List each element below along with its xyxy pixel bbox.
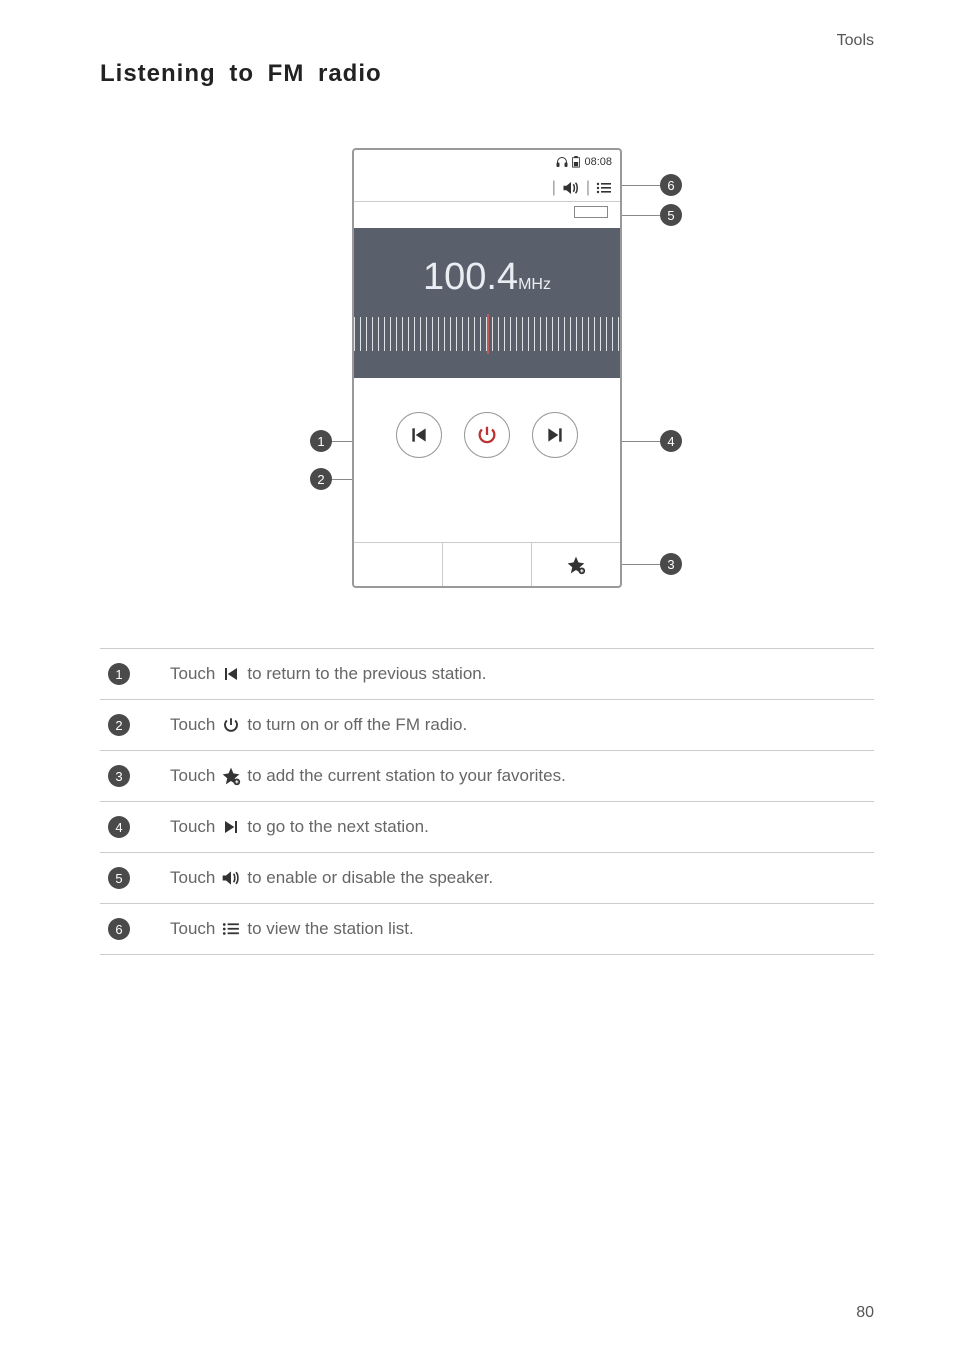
battery-status-icon (571, 156, 581, 168)
row-pre: Touch (170, 664, 215, 684)
row-badge-5: 5 (108, 867, 130, 889)
callout-4: 4 (660, 430, 682, 452)
row-post: to add the current station to your favor… (247, 766, 565, 786)
row-post: to enable or disable the speaker. (247, 868, 493, 888)
page-title: Listening to FM radio (100, 60, 874, 88)
row-post: to go to the next station. (247, 817, 428, 837)
power-icon (221, 715, 241, 735)
row-pre: Touch (170, 919, 215, 939)
row-post: to return to the previous station. (247, 664, 486, 684)
table-row: 4 Touch to go to the next station. (100, 802, 874, 853)
row-pre: Touch (170, 868, 215, 888)
table-row: 2 Touch to turn on or off the FM radio. (100, 700, 874, 751)
status-time: 08:08 (584, 156, 612, 168)
page-number: 80 (856, 1304, 874, 1322)
top-icon-bar: | | (354, 174, 620, 202)
row-desc-2: Touch to turn on or off the FM radio. (170, 715, 467, 735)
frequency-unit: MHz (518, 276, 551, 293)
table-row: 1 Touch to return to the previous statio… (100, 649, 874, 700)
bottom-bar (354, 542, 620, 586)
row-post: to view the station list. (247, 919, 413, 939)
status-bar: 08:08 (354, 150, 620, 174)
next-icon (221, 817, 241, 837)
list-icon[interactable] (596, 182, 612, 194)
row-badge-4: 4 (108, 816, 130, 838)
row-pre: Touch (170, 715, 215, 735)
legend-table: 1 Touch to return to the previous statio… (100, 648, 874, 955)
next-button[interactable] (532, 412, 578, 458)
phone-frame: 08:08 | | 100.4MHz (352, 148, 622, 588)
callout-5-line (620, 215, 660, 216)
row-desc-4: Touch to go to the next station. (170, 817, 429, 837)
control-row (354, 412, 620, 458)
frequency-display: 100.4MHz (354, 228, 620, 378)
row-desc-1: Touch to return to the previous station. (170, 664, 486, 684)
callout-5: 5 (660, 204, 682, 226)
header-section-label: Tools (837, 32, 874, 50)
headphone-status-icon (556, 156, 568, 168)
callout-6: 6 (660, 174, 682, 196)
bottom-cell-favorite[interactable] (531, 543, 620, 586)
row-badge-1: 1 (108, 663, 130, 685)
tuner-handle (354, 202, 620, 218)
separator-icon: | (552, 179, 556, 197)
row-pre: Touch (170, 817, 215, 837)
tuner-handle-box[interactable] (574, 206, 608, 218)
list-icon (221, 919, 241, 939)
row-pre: Touch (170, 766, 215, 786)
table-row: 6 Touch to view the station list. (100, 904, 874, 955)
row-badge-6: 6 (108, 918, 130, 940)
callout-2: 2 (310, 468, 332, 490)
callout-3: 3 (660, 553, 682, 575)
frequency-value: 100.4 (423, 256, 518, 298)
table-row: 3 Touch to add the current station to yo… (100, 751, 874, 802)
radio-figure: 1 2 6 5 4 3 08:08 | | (100, 148, 874, 588)
row-post: to turn on or off the FM radio. (247, 715, 467, 735)
previous-icon (221, 664, 241, 684)
row-badge-3: 3 (108, 765, 130, 787)
row-desc-3: Touch to add the current station to your… (170, 766, 566, 786)
table-row: 5 Touch to enable or disable the speaker… (100, 853, 874, 904)
speaker-icon (221, 868, 241, 888)
star-add-icon (221, 766, 241, 786)
row-desc-5: Touch to enable or disable the speaker. (170, 868, 493, 888)
bottom-cell-2[interactable] (442, 543, 531, 586)
power-button[interactable] (464, 412, 510, 458)
previous-button[interactable] (396, 412, 442, 458)
separator-icon: | (586, 179, 590, 197)
callout-1: 1 (310, 430, 332, 452)
frequency-ruler[interactable] (354, 317, 620, 351)
row-desc-6: Touch to view the station list. (170, 919, 414, 939)
bottom-cell-1[interactable] (354, 543, 442, 586)
row-badge-2: 2 (108, 714, 130, 736)
speaker-icon[interactable] (562, 181, 580, 195)
